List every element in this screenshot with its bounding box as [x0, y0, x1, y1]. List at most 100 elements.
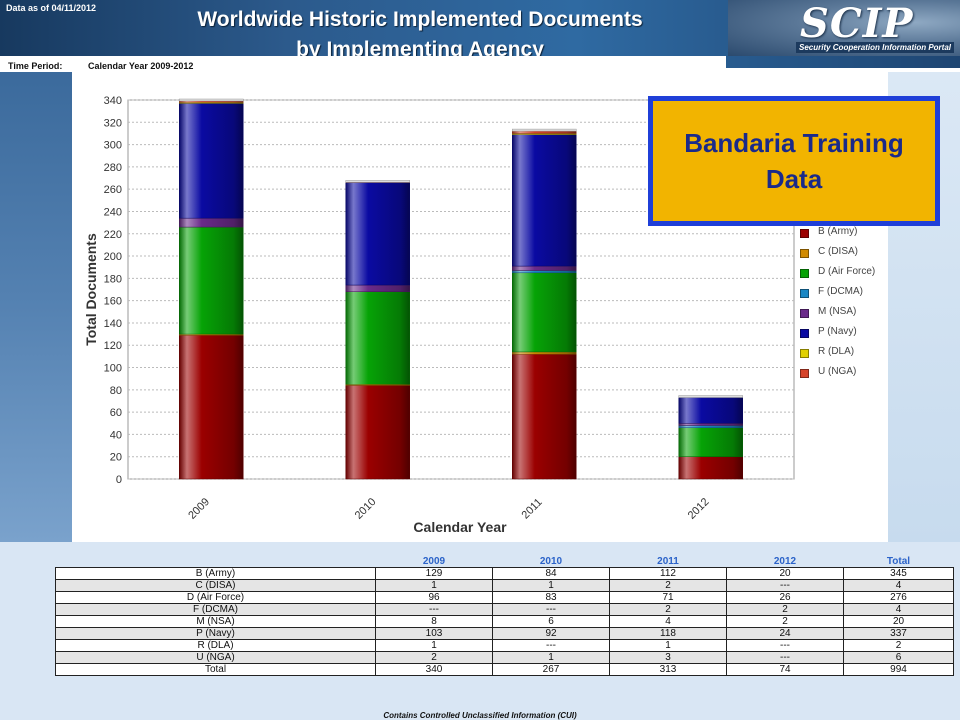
page-title: Worldwide Historic Implemented Documents	[197, 8, 643, 31]
table-cell: Total	[55, 663, 376, 676]
bar-segment-F-2011	[512, 270, 577, 274]
bar-segment-D-2010	[345, 291, 410, 385]
legend-swatch	[800, 329, 809, 338]
table-row: P (Navy) 103 92 118 24 337	[55, 627, 954, 640]
chart-legend: B (Army) C (DISA) D (Air Force) F (DCMA) M (…	[800, 225, 888, 385]
y-tick-label: 220	[104, 229, 122, 241]
table-row: B (Army) 129 84 112 20 345	[55, 567, 954, 580]
table-cell: 6	[492, 615, 610, 628]
column-header: 2011	[657, 556, 679, 567]
y-tick-label: 80	[110, 385, 122, 397]
legend-swatch	[800, 309, 809, 318]
legend-label: F (DCMA)	[818, 286, 863, 297]
table-cell: 6	[843, 651, 954, 664]
y-tick-label: 60	[110, 407, 122, 419]
legend-item: U (NGA)	[800, 365, 888, 385]
table-cell: ---	[492, 603, 610, 616]
table-cell: 4	[609, 615, 727, 628]
legend-swatch	[800, 369, 809, 378]
bar-segment-B-2012	[678, 456, 743, 480]
bar-cap	[512, 128, 577, 132]
legend-item: C (DISA)	[800, 245, 888, 265]
legend-label: D (Air Force)	[818, 266, 876, 277]
table-cell: 71	[609, 591, 727, 604]
legend-swatch	[800, 269, 809, 278]
table-cell: 96	[375, 591, 493, 604]
table-cell: ---	[492, 639, 610, 652]
y-tick-label: 240	[104, 206, 122, 218]
table-cell: ---	[726, 579, 844, 592]
table-cell: 1	[609, 639, 727, 652]
table-cell: 1	[492, 579, 610, 592]
table-row: D (Air Force) 96 83 71 26 276	[55, 591, 954, 604]
table-cell: 4	[843, 579, 954, 592]
bar-cap	[678, 395, 743, 398]
table-header-row: 2009 2010 2011 2012 Total	[56, 556, 954, 568]
column-header: 2012	[773, 556, 797, 567]
column-header: 2009	[422, 556, 446, 567]
x-tick-label: 2009	[186, 496, 212, 522]
bar-segment-P-2012	[678, 396, 743, 424]
table-row: M (NSA) 8 6 4 2 20	[55, 615, 954, 628]
time-period-label: Time Period:	[8, 61, 63, 71]
legend-label: C (DISA)	[818, 246, 858, 257]
table-cell: F (DCMA)	[55, 603, 376, 616]
table-row: R (DLA) 1 --- 1 --- 2	[55, 639, 954, 652]
y-tick-label: 200	[104, 251, 122, 263]
bar-segment-M-2009	[179, 217, 244, 228]
bar-cap	[345, 180, 410, 183]
legend-swatch	[800, 349, 809, 358]
table-cell: 24	[726, 627, 844, 640]
x-axis-title: Calendar Year	[413, 519, 507, 535]
legend-item: D (Air Force)	[800, 265, 888, 285]
y-tick-label: 260	[104, 184, 122, 196]
time-period-value: Calendar Year 2009-2012	[88, 61, 194, 71]
table-cell: 26	[726, 591, 844, 604]
table-cell: 3	[609, 651, 727, 664]
table-cell: 92	[492, 627, 610, 640]
bar-segment-F-2012	[678, 425, 743, 428]
legend-item: R (DLA)	[800, 345, 888, 365]
y-tick-label: 180	[104, 273, 122, 285]
table-cell: 2	[843, 639, 954, 652]
bar-segment-P-2009	[179, 103, 244, 219]
table-cell: U (NGA)	[55, 651, 376, 664]
table-cell: 83	[492, 591, 610, 604]
bar-segment-P-2011	[512, 134, 577, 267]
table-cell: 74	[726, 663, 844, 676]
table-cell: 8	[375, 615, 493, 628]
table-cell: 276	[843, 591, 954, 604]
legend-label: U (NGA)	[818, 366, 857, 377]
bar-segment-B-2009	[179, 334, 244, 480]
y-tick-label: 280	[104, 162, 122, 174]
bar-segment-B-2010	[345, 385, 410, 480]
bar-segment-D-2011	[512, 272, 577, 353]
left-decor-panel	[0, 72, 72, 542]
table-row: U (NGA) 2 1 3 --- 6	[55, 651, 954, 664]
y-tick-label: 20	[110, 452, 122, 464]
table-cell: 103	[375, 627, 493, 640]
y-tick-label: 40	[110, 429, 122, 441]
table-cell: 313	[609, 663, 727, 676]
table-cell: 129	[375, 567, 493, 580]
callout-box: Bandaria Training Data	[648, 96, 940, 226]
callout-text: Bandaria Training Data	[684, 128, 904, 194]
bar-segment-C-2011	[512, 351, 577, 355]
table-cell: 994	[843, 663, 954, 676]
legend-swatch	[800, 249, 809, 258]
bar-segment-D-2009	[179, 226, 244, 335]
table-cell: ---	[375, 603, 493, 616]
bar-segment-M-2012	[678, 423, 743, 426]
legend-label: B (Army)	[818, 226, 858, 237]
table-cell: R (DLA)	[55, 639, 376, 652]
table-cell: 4	[843, 603, 954, 616]
column-header: Total	[886, 556, 911, 567]
legend-item: P (Navy)	[800, 325, 888, 345]
table-cell: ---	[726, 639, 844, 652]
table-cell: 112	[609, 567, 727, 580]
y-tick-label: 300	[104, 140, 122, 152]
legend-item: F (DCMA)	[800, 285, 888, 305]
table-cell: P (Navy)	[55, 627, 376, 640]
bar-segment-B-2011	[512, 353, 577, 480]
scip-logo: SCIP Security Cooperation Information Po…	[728, 0, 960, 56]
